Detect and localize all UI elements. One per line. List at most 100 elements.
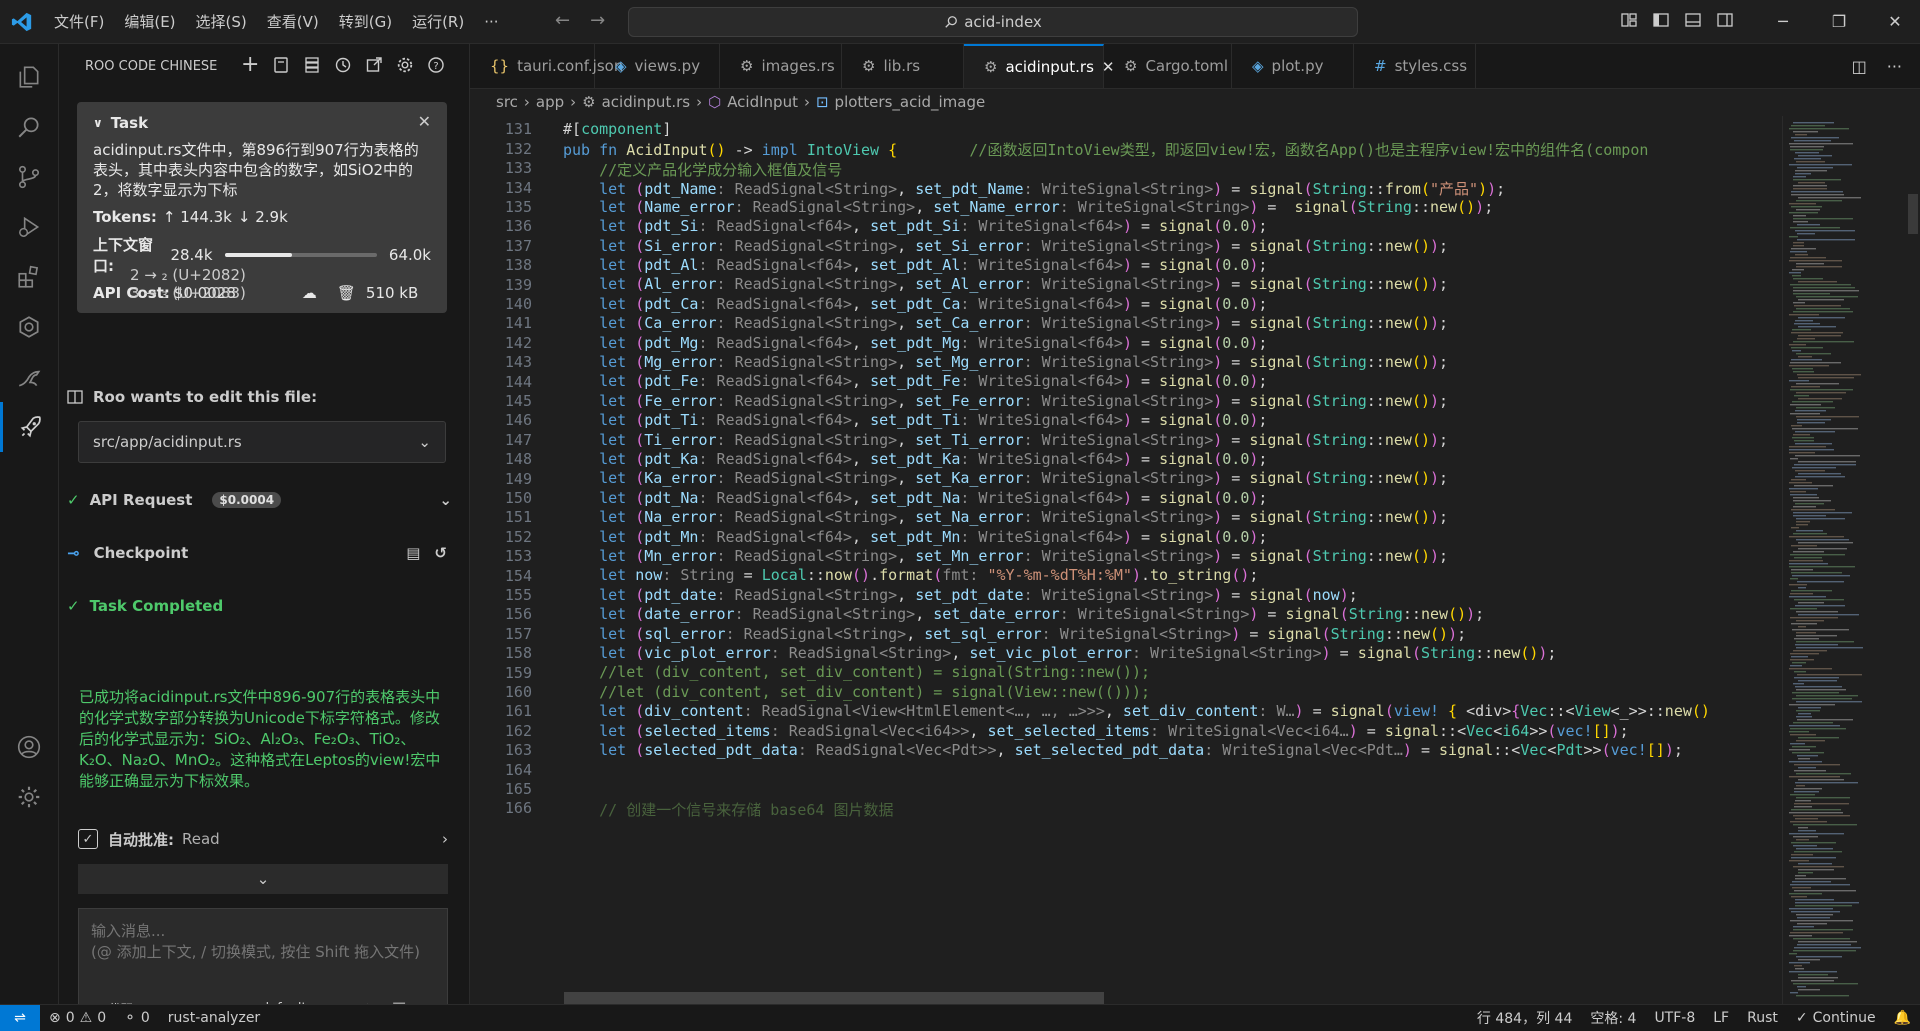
settings-icon[interactable] [396,56,414,74]
struct-icon: ⬡ [708,93,722,111]
chat-input[interactable] [91,921,435,981]
problems-indicator[interactable]: ⊗ 0 ⚠ 0 [40,1010,115,1026]
language-mode[interactable]: Rust [1738,1010,1787,1026]
toggle-secondary-sidebar-icon[interactable] [1716,11,1734,29]
vertical-scrollbar[interactable] [1906,116,1920,1004]
scrollbar-thumb[interactable] [1908,194,1918,234]
breadcrumb-file[interactable]: acidinput.rs [602,93,690,111]
accounts-icon[interactable] [0,722,58,772]
horizontal-scrollbar[interactable] [564,992,1104,1004]
breadcrumb-symbol[interactable]: AcidInput [727,93,798,111]
close-task-icon[interactable]: ✕ [418,112,431,131]
minimize-button[interactable]: ─ [1755,0,1811,43]
line-number: 164 [504,760,532,779]
ports-indicator[interactable]: ⚬ 0 [115,1010,159,1026]
history-icon[interactable] [334,56,352,74]
diff-icon [67,390,83,404]
breadcrumb-src[interactable]: src [496,93,518,111]
mcp-servers-icon[interactable] [303,56,321,74]
expand-bar[interactable]: ⌄ [78,864,448,894]
continue-status[interactable]: ✓ Continue [1787,1010,1885,1026]
close-window-button[interactable]: ✕ [1867,0,1920,43]
back-arrow-icon[interactable]: ← [555,10,570,31]
restore-checkpoint-icon[interactable]: ↺ [434,544,447,562]
code-editor[interactable]: 1301311321331341351361371381391401411421… [470,116,1780,1004]
rust-analyzer-status[interactable]: rust-analyzer [159,1010,269,1026]
code-line: let (Name_error: ReadSignal<String>, set… [599,198,1494,216]
menu-run[interactable]: 运行(R) [402,11,474,32]
tab-cargo-toml[interactable]: ⚙ Cargo.toml [1104,44,1232,88]
minimap[interactable] [1782,116,1905,1004]
expand-chevron-icon[interactable]: ⌄ [439,491,452,509]
more-actions-icon[interactable]: ··· [1887,57,1902,76]
remote-explorer-icon[interactable] [0,302,58,352]
code-line: let (pdt_Mg: ReadSignal<f64>, set_pdt_Mg… [599,334,1268,352]
breadcrumb-variable[interactable]: plotters_acid_image [835,93,986,111]
tab-views-py[interactable]: ◈ views.py [595,44,720,88]
line-number: 139 [504,275,532,294]
cursor-position[interactable]: 行 484，列 44 [1468,1008,1581,1028]
menu-go[interactable]: 转到(G) [329,11,402,32]
indentation[interactable]: 空格: 4 [1581,1008,1645,1028]
breadcrumb-app[interactable]: app [536,93,564,111]
kangaroo-extension-icon[interactable] [0,352,58,402]
continue-label: Continue [1812,1010,1876,1026]
line-number: 136 [504,217,532,236]
code-line: let (pdt_date: ReadSignal<String>, set_p… [599,586,1358,604]
toggle-panel-icon[interactable] [1684,11,1702,29]
auto-approve-checkbox[interactable]: ✓ [78,829,98,849]
code-line: let (div_content: ReadSignal<View<HtmlEl… [599,702,1710,720]
menu-selection[interactable]: 选择(S) [186,11,257,32]
toggle-primary-sidebar-icon[interactable] [1652,11,1670,29]
menu-more[interactable]: ··· [474,13,508,31]
menu-view[interactable]: 查看(V) [257,11,329,32]
collapse-chevron-icon[interactable]: ∨ [93,116,103,130]
tab-lib-rs[interactable]: ⚙ lib.rs [842,44,964,88]
code-line: let (pdt_Mn: ReadSignal<f64>, set_pdt_Mn… [599,528,1268,546]
code-line: let (Ti_error: ReadSignal<String>, set_T… [599,431,1449,449]
new-task-plus-icon[interactable]: + [241,54,259,76]
run-debug-icon[interactable] [0,202,58,252]
line-number: 151 [504,508,532,527]
delete-trash-icon[interactable]: 🗑 [337,284,356,302]
help-icon[interactable]: ? [427,56,445,74]
end-of-line[interactable]: LF [1704,1010,1738,1026]
completed-check-icon: ✓ [67,597,80,615]
roo-code-rocket-icon[interactable] [0,402,58,452]
split-editor-icon[interactable]: ◫ [1852,57,1867,76]
task-completed-label: Task Completed [89,597,224,615]
source-control-icon[interactable] [0,152,58,202]
svg-text:?: ? [434,61,439,72]
customize-layout-icon[interactable] [1620,11,1638,29]
line-number: 133 [504,159,532,178]
tab-plot-py[interactable]: ◈ plot.py [1232,44,1354,88]
rust-file-icon: ⚙ [862,57,876,75]
view-diff-icon[interactable]: ▤ [406,544,420,562]
encoding[interactable]: UTF-8 [1645,1010,1704,1026]
menu-file[interactable]: 文件(F) [44,11,114,32]
search-icon[interactable] [0,102,58,152]
cloud-upload-icon[interactable]: ☁ [302,284,317,302]
tab-styles-css[interactable]: # styles.css [1354,44,1476,88]
prompts-icon[interactable] [272,56,290,74]
popout-icon[interactable] [365,56,383,74]
menu-edit[interactable]: 编辑(E) [114,11,185,32]
tab-images-rs[interactable]: ⚙ images.rs [720,44,842,88]
extensions-icon[interactable] [0,252,58,302]
breadcrumb-separator-icon: › [696,93,703,111]
maximize-button[interactable]: ❐ [1811,0,1867,43]
api-request-row[interactable]: ✓ API Request $0.0004 ⌄ [67,491,452,509]
workspace-name: acid-index [964,13,1042,31]
auto-approve-row[interactable]: ✓ 自动批准: Read › [78,822,448,856]
code-line: let (sql_error: ReadSignal<String>, set_… [599,625,1467,643]
command-center-search[interactable]: acid-index [628,7,1358,37]
forward-arrow-icon[interactable]: → [590,10,605,31]
line-number: 165 [504,780,532,798]
settings-gear-icon[interactable] [0,772,58,822]
remote-indicator-icon[interactable]: ⇌ [0,1005,40,1031]
tab-acidinput-rs[interactable]: ⚙ acidinput.rs ✕ [964,44,1115,88]
tab-tauri-conf[interactable]: {} tauri.conf.json [470,44,623,88]
notifications-bell-icon[interactable]: 🔔 [1885,1010,1920,1026]
edit-file-dropdown[interactable]: src/app/acidinput.rs ⌄ [78,421,446,463]
explorer-icon[interactable] [0,52,58,102]
